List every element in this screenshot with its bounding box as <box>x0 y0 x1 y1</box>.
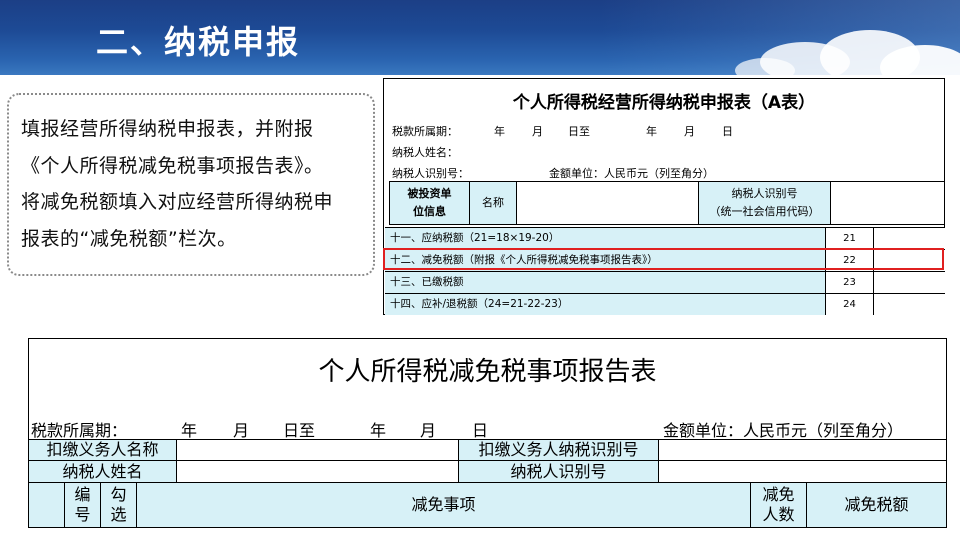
investee-id-field[interactable] <box>831 182 944 224</box>
taxpayer-name-field[interactable] <box>177 461 459 482</box>
taxpayer-id-field[interactable] <box>659 461 946 482</box>
form-a-year1: 年 <box>494 125 505 138</box>
row-label: 十三、已缴税额 <box>385 272 826 293</box>
form-b-currency-label: 金额单位：人民币元（列至角分） <box>663 421 904 440</box>
col-header-line: 号 <box>74 505 91 524</box>
investee-id-label-line: 纳税人识别号 <box>731 187 798 200</box>
investee-name-field[interactable] <box>517 182 699 224</box>
form-a-month2: 月 <box>684 125 695 138</box>
form-a-currency-label: 金额单位：人民币元（列至角分） <box>549 167 714 180</box>
col-header-line: 勾 <box>110 485 127 504</box>
form-a-year2: 年 <box>646 125 657 138</box>
form-b-table: 扣缴义务人名称 扣缴义务人纳税识别号 纳税人姓名 纳税人识别号 编号 勾选 减免… <box>29 439 946 527</box>
table-header-row: 编号 勾选 减免事项 减免 人数 减免税额 <box>29 482 946 527</box>
row-number: 23 <box>826 272 874 293</box>
col-header-check: 勾选 <box>101 483 137 527</box>
form-b-day2: 日 <box>472 421 489 440</box>
col-header-line: 人数 <box>762 505 795 524</box>
form-a-day-to: 日至 <box>568 125 590 138</box>
col-header-no: 编号 <box>65 483 101 527</box>
row-label: 十二、减免税额（附报《个人所得税减免税事项报告表》） <box>385 250 826 271</box>
form-b-month2: 月 <box>420 421 437 440</box>
investee-label-line: 被投资单 <box>407 187 452 200</box>
form-a-month1: 月 <box>532 125 543 138</box>
form-b-month1: 月 <box>233 421 250 440</box>
tax-relief-report-form: 个人所得税减免税事项报告表 税款所属期： 年 月 日至 年 月 日 金额单位：人… <box>28 338 947 528</box>
table-row: 十三、已缴税额 23 <box>385 271 945 293</box>
table-row: 十二、减免税额（附报《个人所得税减免税事项报告表》） 22 <box>385 249 945 271</box>
form-b-title: 个人所得税减免税事项报告表 <box>318 357 657 387</box>
form-b-year2: 年 <box>370 421 387 440</box>
row-value-field[interactable] <box>874 272 945 293</box>
header-banner: 二、纳税申报 <box>0 0 960 75</box>
col-header-relief-item: 减免事项 <box>137 483 751 527</box>
row-value-field[interactable] <box>874 228 945 249</box>
withholder-id-field[interactable] <box>659 440 946 460</box>
table-row: 纳税人姓名 纳税人识别号 <box>29 460 946 482</box>
investee-label-line: 位信息 <box>413 205 446 218</box>
row-value-field[interactable] <box>874 294 945 315</box>
instruction-line: 报表的“减免税额”栏次。 <box>21 227 237 250</box>
investee-id-label: 纳税人识别号 （统一社会信用代码） <box>699 182 831 224</box>
instruction-line: 将减免税额填入对应经营所得纳税申 <box>21 191 334 213</box>
withholder-name-label: 扣缴义务人名称 <box>29 440 177 460</box>
form-b-day-to: 日至 <box>283 421 316 440</box>
form-a-tax-rows: 十一、应纳税额（21=18×19-20） 21 十二、减免税额（附报《个人所得税… <box>385 227 945 315</box>
col-header-line: 编 <box>74 485 91 504</box>
row-number: 22 <box>826 250 874 271</box>
form-b-year1: 年 <box>181 421 198 440</box>
withholder-name-field[interactable] <box>177 440 459 460</box>
form-a-title: 个人所得税经营所得纳税申报表（A表） <box>512 93 816 113</box>
row-value-field[interactable] <box>874 250 945 271</box>
row-number: 24 <box>826 294 874 315</box>
row-number: 21 <box>826 228 874 249</box>
table-row: 十四、应补/退税额（24=21-22-23） 24 <box>385 293 945 315</box>
instruction-line: 《个人所得税减免税事项报告表》。 <box>21 154 324 177</box>
page-title: 二、纳税申报 <box>96 23 301 61</box>
row-label: 十四、应补/退税额（24=21-22-23） <box>385 294 826 315</box>
investee-info-label: 被投资单 位信息 <box>390 182 470 224</box>
table-row: 十一、应纳税额（21=18×19-20） 21 <box>385 227 945 249</box>
col-header-line: 选 <box>110 505 127 524</box>
form-a-day2: 日 <box>722 125 733 138</box>
table-row: 扣缴义务人名称 扣缴义务人纳税识别号 <box>29 439 946 460</box>
withholder-id-label: 扣缴义务人纳税识别号 <box>459 440 659 460</box>
instruction-line: 填报经营所得纳税申报表，并附报 <box>21 118 314 140</box>
form-a-taxpayer-name-label: 纳税人姓名： <box>392 146 458 159</box>
instruction-callout: 填报经营所得纳税申报表，并附报 《个人所得税减免税事项报告表》。 将减免税额填入… <box>7 93 375 276</box>
form-a-period-label: 税款所属期： <box>392 125 458 138</box>
col-header-relief-amount: 减免税额 <box>807 483 946 527</box>
col-header-line: 减免 <box>762 485 795 504</box>
investee-id-label-line: （统一社会信用代码） <box>709 205 820 218</box>
business-income-tax-return-form-a: 个人所得税经营所得纳税申报表（A表） 税款所属期： 年 月 日至 年 月 日 纳… <box>383 78 945 315</box>
form-b-period-label: 税款所属期： <box>31 421 128 440</box>
investee-info-row: 被投资单位信息 名称 纳税人识别号 （统一社会信用代码） <box>389 181 945 225</box>
form-a-taxpayer-id-label: 纳税人识别号： <box>392 167 469 180</box>
taxpayer-name-label: 纳税人姓名 <box>29 461 177 482</box>
taxpayer-id-label: 纳税人识别号 <box>459 461 659 482</box>
row-label: 十一、应纳税额（21=18×19-20） <box>385 228 826 249</box>
col-header-relief-count: 减免 人数 <box>751 483 807 527</box>
header-spacer <box>29 483 65 527</box>
investee-name-label: 名称 <box>470 182 517 224</box>
